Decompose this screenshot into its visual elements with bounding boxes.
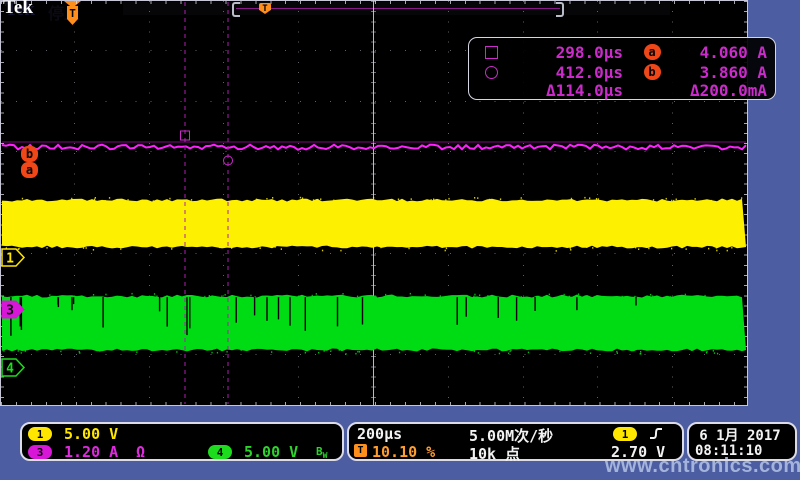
- svg-text:4: 4: [6, 362, 14, 377]
- channel-4-badge: 4: [208, 445, 232, 459]
- delta-value: Δ200.0mA: [681, 81, 767, 100]
- cursor-b-row: 412.0µs b 3.860 A: [469, 62, 775, 82]
- channel-3-coupling: Ω: [136, 443, 145, 461]
- cursor-b-value: 3.860 A: [681, 63, 767, 82]
- cursor-b-time: 412.0µs: [513, 63, 623, 82]
- trigger-position-percent: 10.10 %: [372, 443, 435, 461]
- cursor-b-circle-icon: [485, 66, 498, 79]
- oscilloscope-screen: Tek 停止 T T b a 1 3 4 298.0µs a 4.06: [0, 0, 800, 480]
- channel-3-marker-icon: 3: [1, 300, 25, 319]
- bandwidth-limit-indicator: BW: [316, 445, 327, 460]
- cursor-a-badge: a: [21, 162, 38, 178]
- channel-4-scale: 5.00 V: [244, 443, 298, 461]
- ch1-band: [2, 199, 746, 249]
- svg-text:1: 1: [6, 252, 14, 267]
- trigger-position-badge: T: [354, 444, 367, 457]
- cursor-a-value: 4.060 A: [681, 43, 767, 62]
- channel-1-scale: 5.00 V: [64, 425, 118, 443]
- trigger-slope-rising-icon: [649, 426, 663, 441]
- record-length: 10k 点: [469, 443, 520, 464]
- cursor-b-badge: b: [21, 146, 38, 162]
- ch3-trace: [2, 145, 746, 150]
- date-display: 6 1月 2017: [689, 425, 791, 445]
- channel-4-marker-icon: 4: [1, 358, 25, 377]
- channel-1-badge: 1: [28, 427, 52, 441]
- cursor-a-time: 298.0µs: [513, 43, 623, 62]
- ch4-band: [2, 295, 746, 352]
- delta-time: Δ114.0µs: [513, 81, 623, 100]
- channel-1-marker-icon: 1: [1, 248, 25, 267]
- channel-3-scale: 1.20 A: [64, 443, 118, 461]
- cursor-readout-panel: 298.0µs a 4.060 A 412.0µs b 3.860 A Δ114…: [468, 37, 776, 100]
- cursor-delta-row: Δ114.0µs Δ200.0mA: [469, 80, 775, 100]
- channel-scale-panel: 1 5.00 V 3 1.20 A Ω 4 5.00 V BW: [20, 422, 344, 461]
- source-a-badge: a: [644, 44, 661, 60]
- source-b-badge: b: [644, 64, 661, 80]
- channel-3-badge: 3: [28, 445, 52, 459]
- time-per-div: 200µs: [357, 425, 402, 443]
- watermark: www.cntronics.com: [605, 455, 800, 478]
- cursor-a-row: 298.0µs a 4.060 A: [469, 42, 775, 62]
- svg-text:3: 3: [6, 304, 14, 319]
- cursor-a-square-icon: [485, 46, 498, 59]
- trigger-source-badge: 1: [613, 427, 637, 441]
